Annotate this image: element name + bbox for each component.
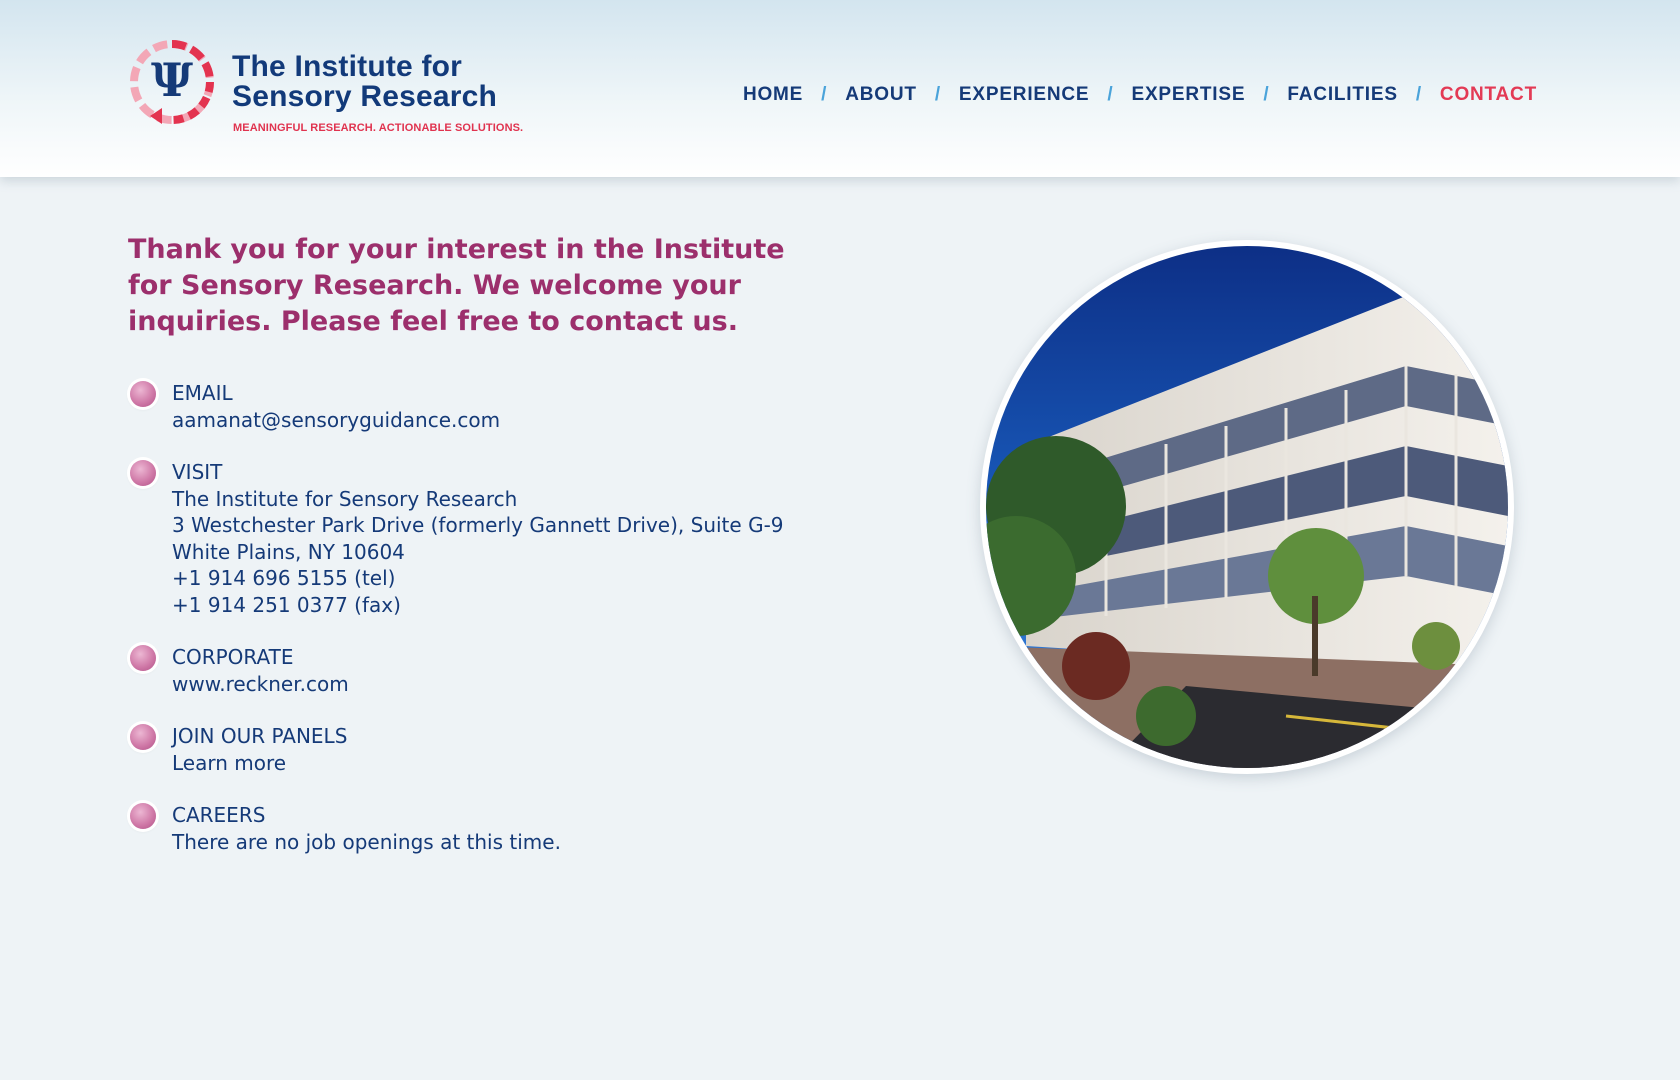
contact-corporate: CORPORATE www.reckner.com xyxy=(128,644,784,697)
contact-panels: JOIN OUR PANELS Learn more xyxy=(128,723,784,776)
bullet-icon xyxy=(130,803,156,829)
phone-tel: +1 914 696 5155 (tel) xyxy=(172,566,396,590)
nav-home[interactable]: HOME xyxy=(743,84,803,106)
contact-corporate-title: CORPORATE xyxy=(172,645,294,669)
building-photo-frame xyxy=(980,240,1514,774)
learn-more-link[interactable]: Learn more xyxy=(172,750,784,777)
contact-careers-title: CAREERS xyxy=(172,803,266,827)
careers-text: There are no job openings at this time. xyxy=(172,829,561,854)
svg-text:Ψ: Ψ xyxy=(151,53,193,107)
nav-contact[interactable]: CONTACT xyxy=(1440,84,1537,106)
main-nav: HOME / ABOUT / EXPERIENCE / EXPERTISE / … xyxy=(743,84,1537,106)
contact-email-title: EMAIL xyxy=(172,381,233,405)
contact-visit-title: VISIT xyxy=(172,460,223,484)
nav-separator: / xyxy=(1415,84,1422,105)
corporate-link[interactable]: www.reckner.com xyxy=(172,671,784,698)
nav-separator: / xyxy=(1107,84,1114,105)
contact-email: EMAIL aamanat@sensoryguidance.com xyxy=(128,380,784,433)
nav-separator: / xyxy=(1263,84,1270,105)
address-name: The Institute for Sensory Research xyxy=(172,486,518,511)
contact-list: EMAIL aamanat@sensoryguidance.com VISIT … xyxy=(128,380,784,881)
nav-experience[interactable]: EXPERIENCE xyxy=(959,84,1089,106)
phone-fax: +1 914 251 0377 (fax) xyxy=(172,592,401,617)
address-city: White Plains, NY 10604 xyxy=(172,539,405,564)
nav-separator: / xyxy=(821,84,828,105)
nav-about[interactable]: ABOUT xyxy=(845,84,917,106)
contact-visit: VISIT The Institute for Sensory Research… xyxy=(128,459,784,618)
nav-facilities[interactable]: FACILITIES xyxy=(1287,84,1397,106)
nav-separator: / xyxy=(934,84,941,105)
contact-careers: CAREERS There are no job openings at thi… xyxy=(128,802,784,855)
brand-title: The Institute for Sensory Research xyxy=(232,52,497,112)
intro-heading: Thank you for your interest in the Insti… xyxy=(128,234,785,337)
contact-panels-title: JOIN OUR PANELS xyxy=(172,724,348,748)
email-link[interactable]: aamanat@sensoryguidance.com xyxy=(172,407,784,434)
bullet-icon xyxy=(130,645,156,671)
psi-logo-icon: Ψ xyxy=(130,40,214,124)
brand-tagline: MEANINGFUL RESEARCH. ACTIONABLE SOLUTION… xyxy=(233,122,524,134)
address-street: 3 Westchester Park Drive (formerly Ganne… xyxy=(172,513,784,537)
site-header: Ψ The Institute for Sensory Research MEA… xyxy=(0,0,1680,177)
building-photo xyxy=(986,246,1508,768)
office-building-photo-icon xyxy=(986,246,1508,768)
bullet-icon xyxy=(130,460,156,486)
bullet-icon xyxy=(130,724,156,750)
site-logo[interactable]: Ψ The Institute for Sensory Research MEA… xyxy=(128,38,548,138)
brand-title-line1: The Institute for xyxy=(232,50,463,83)
bullet-icon xyxy=(130,381,156,407)
brand-title-line2: Sensory Research xyxy=(232,80,498,113)
nav-expertise[interactable]: EXPERTISE xyxy=(1131,84,1245,106)
